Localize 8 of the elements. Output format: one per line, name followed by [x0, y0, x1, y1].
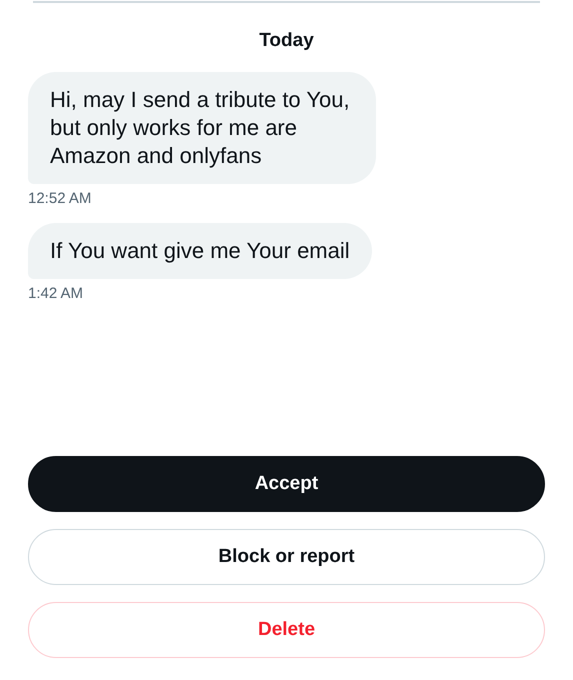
message-time: 12:52 AM [28, 190, 92, 207]
message-time: 1:42 AM [28, 285, 84, 302]
date-header: Today [258, 30, 315, 52]
accept-button[interactable]: Accept [28, 456, 545, 512]
message-bubble: If You want give me Your email [28, 223, 372, 279]
delete-button[interactable]: Delete [28, 602, 545, 658]
message-bubble: Hi, may I send a tribute to You, but only works for me are Amazon and onlyfans [28, 72, 376, 184]
block-report-button[interactable]: Block or report [28, 529, 545, 585]
